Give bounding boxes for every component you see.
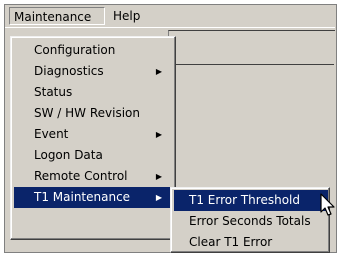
menu-item-remote-control[interactable]: Remote Control ▶	[14, 166, 172, 187]
menu-item-label: Status	[34, 85, 73, 99]
screen: Maintenance Help Configuration Diagnosti…	[0, 0, 343, 255]
submenu-arrow-icon: ▶	[155, 67, 162, 76]
background-panel	[168, 30, 335, 191]
submenu-arrow-icon: ▶	[155, 172, 162, 181]
menu-item-sw-hw-revision[interactable]: SW / HW Revision	[14, 103, 172, 124]
submenu-arrow-icon: ▶	[155, 193, 162, 202]
maintenance-dropdown: Configuration Diagnostics ▶ Status SW / …	[10, 36, 176, 240]
menu-item-label: Event	[34, 127, 69, 141]
menu-item-clear-t1-error[interactable]: Clear T1 Error	[174, 232, 328, 253]
menu-help[interactable]: Help	[109, 7, 147, 25]
menu-item-t1-error-threshold[interactable]: T1 Error Threshold	[174, 190, 328, 211]
menu-item-label: Logon Data	[34, 148, 103, 162]
t1-maintenance-submenu: T1 Error Threshold Error Seconds Totals …	[170, 187, 330, 253]
menu-item-configuration[interactable]: Configuration	[14, 40, 172, 61]
menu-item-label: T1 Error Threshold	[189, 193, 300, 207]
menu-item-label: T1 Maintenance	[34, 190, 131, 204]
menu-item-error-seconds-totals[interactable]: Error Seconds Totals	[174, 211, 328, 232]
menu-item-label: Error Seconds Totals	[189, 214, 311, 228]
menu-item-status[interactable]: Status	[14, 82, 172, 103]
menu-item-label: SW / HW Revision	[34, 106, 141, 120]
menu-bar: Maintenance Help	[5, 5, 335, 28]
menu-item-label: Configuration	[34, 43, 116, 57]
menu-maintenance[interactable]: Maintenance	[9, 7, 105, 25]
menu-item-diagnostics[interactable]: Diagnostics ▶	[14, 61, 172, 82]
menu-item-label: Clear T1 Error	[189, 235, 273, 249]
menu-item-logon-data[interactable]: Logon Data	[14, 145, 172, 166]
background-divider	[176, 64, 334, 65]
menu-item-label: Remote Control	[34, 169, 128, 183]
submenu-arrow-icon: ▶	[155, 130, 162, 139]
menu-item-t1-maintenance[interactable]: T1 Maintenance ▶	[14, 187, 172, 208]
mouse-pointer-icon	[320, 193, 335, 216]
menu-item-event[interactable]: Event ▶	[14, 124, 172, 145]
menu-item-label: Diagnostics	[34, 64, 104, 78]
